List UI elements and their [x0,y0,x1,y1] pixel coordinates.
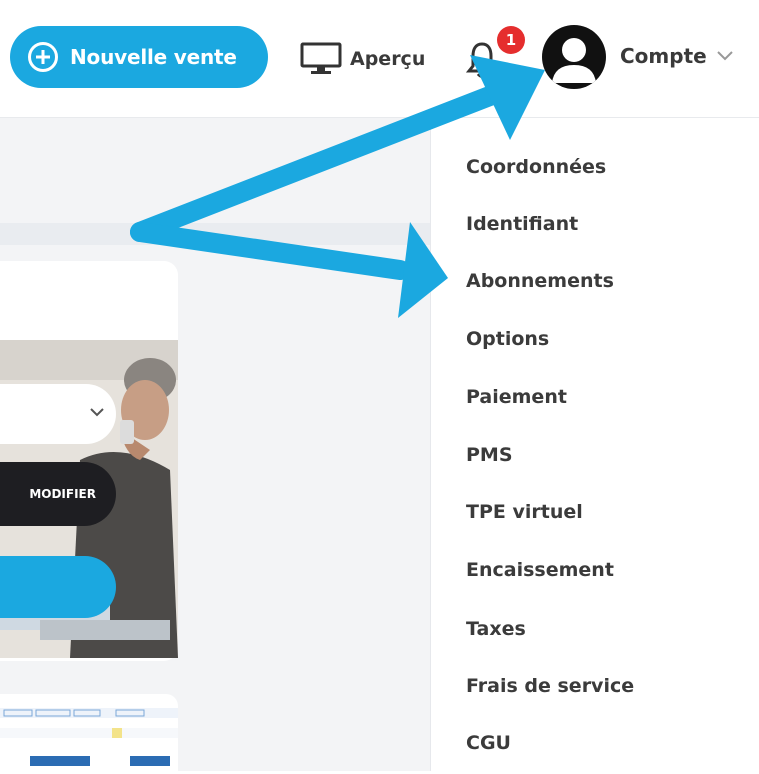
plus-circle-icon [28,42,58,72]
account-dropdown-menu: Coordonnées Identifiant Abonnements Opti… [430,118,759,771]
menu-item-tpe-virtuel[interactable]: TPE virtuel [466,501,583,523]
user-icon [552,38,596,83]
menu-item-paiement[interactable]: Paiement [466,386,567,408]
menu-item-coordonnees[interactable]: Coordonnées [466,156,606,178]
content-band [0,223,430,245]
modify-button[interactable]: MODIFIER [0,462,116,526]
account-label: Compte [620,44,707,68]
top-bar: Nouvelle vente Aperçu 1 Compte [0,0,759,118]
menu-item-abonnements[interactable]: Abonnements [466,270,614,292]
notification-badge: 1 [497,26,525,54]
monitor-icon [300,42,342,74]
calendar-thumbnail [0,708,178,766]
preview-link[interactable]: Aperçu [300,42,425,76]
primary-action-button[interactable] [0,556,116,618]
chevron-down-icon [716,51,733,61]
menu-item-pms[interactable]: PMS [466,444,513,466]
calendar-card [0,694,178,774]
new-sale-label: Nouvelle vente [70,45,237,69]
bell-icon[interactable] [466,40,498,80]
new-sale-button[interactable]: Nouvelle vente [10,26,268,88]
menu-item-taxes[interactable]: Taxes [466,618,526,640]
chevron-down-icon [90,408,104,417]
preview-label: Aperçu [350,48,426,70]
menu-item-encaissement[interactable]: Encaissement [466,559,614,581]
menu-item-options[interactable]: Options [466,328,549,350]
select-field[interactable] [0,384,116,444]
account-menu-toggle[interactable]: Compte [620,44,733,68]
avatar[interactable] [542,25,606,89]
menu-item-identifiant[interactable]: Identifiant [466,213,578,235]
menu-item-frais-de-service[interactable]: Frais de service [466,675,634,697]
menu-item-cgu[interactable]: CGU [466,732,511,754]
